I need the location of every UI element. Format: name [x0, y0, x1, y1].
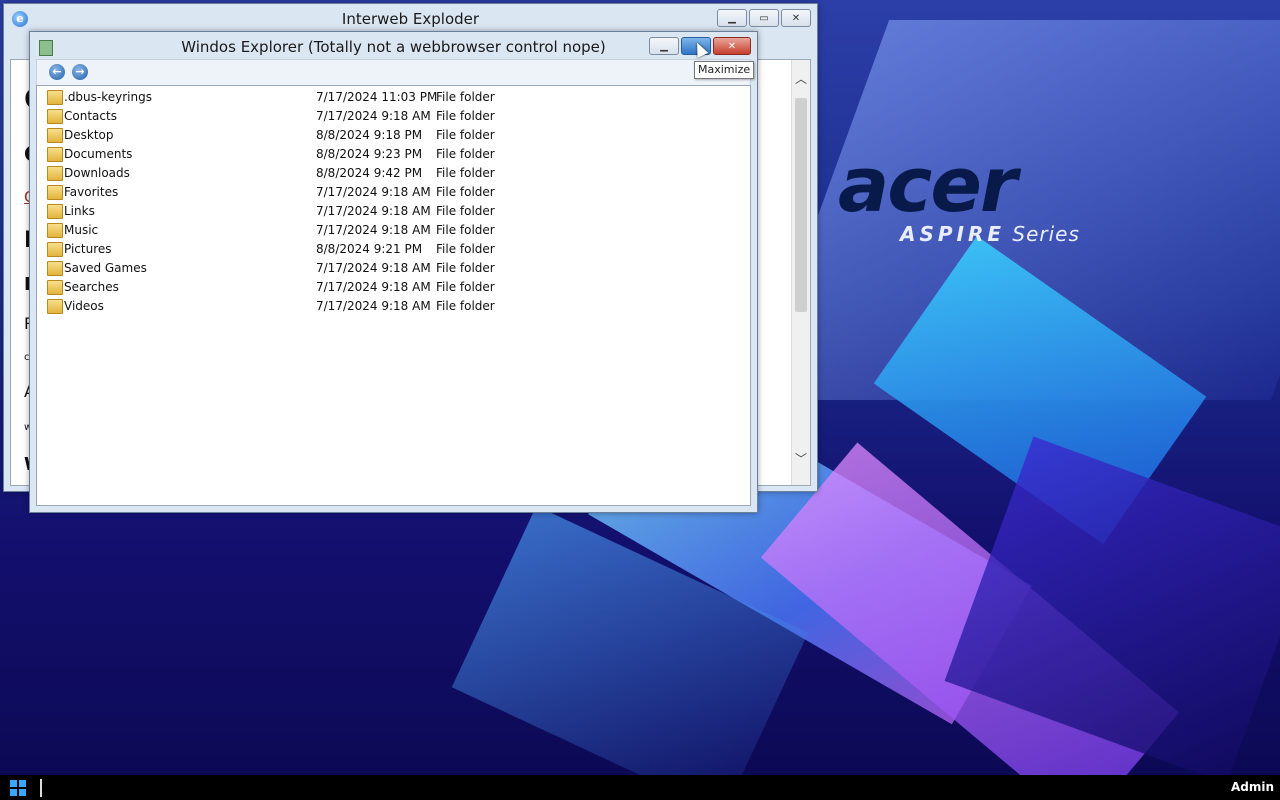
file-type: File folder [436, 147, 495, 161]
explorer-navbar: ← → [36, 59, 751, 86]
ie-caption-buttons: ▁ ▭ ✕ [717, 9, 811, 27]
file-name: Favorites [64, 185, 119, 199]
file-type: File folder [436, 299, 495, 313]
back-arrow-icon[interactable]: ← [49, 64, 65, 80]
taskbar: Admin [0, 775, 1280, 800]
file-name: Contacts [64, 109, 117, 123]
file-date: 7/17/2024 9:18 AM [316, 223, 431, 237]
folder-icon [47, 299, 63, 314]
file-name: Videos [64, 299, 104, 313]
file-row[interactable]: Favorites 7/17/2024 9:18 AM File folder [45, 183, 750, 202]
file-row[interactable]: Pictures 8/8/2024 9:21 PM File folder [45, 240, 750, 259]
windos-explorer-window[interactable]: Windos Explorer (Totally not a webbrowse… [29, 31, 758, 513]
file-name: Links [64, 204, 95, 218]
file-row[interactable]: Desktop 8/8/2024 9:18 PM File folder [45, 126, 750, 145]
file-name: Desktop [64, 128, 114, 142]
explorer-minimize-button[interactable]: ▁ [649, 37, 679, 55]
scrollbar-thumb[interactable] [795, 98, 807, 312]
file-type: File folder [436, 242, 495, 256]
folder-icon [47, 166, 63, 181]
file-row[interactable]: Saved Games 7/17/2024 9:18 AM File folder [45, 259, 750, 278]
acer-logo: acer [838, 140, 1017, 229]
ie-maximize-button[interactable]: ▭ [749, 9, 779, 27]
file-name: Documents [64, 147, 133, 161]
maximize-tooltip: Maximize [694, 61, 755, 79]
file-row[interactable]: Videos 7/17/2024 9:18 AM File folder [45, 297, 750, 316]
explorer-close-button[interactable]: ✕ [713, 37, 751, 55]
file-date: 8/8/2024 9:42 PM [316, 166, 423, 180]
folder-icon [47, 147, 63, 162]
file-date: 7/17/2024 9:18 AM [316, 280, 431, 294]
file-date: 7/17/2024 9:18 AM [316, 109, 431, 123]
explorer-window-title: Windos Explorer (Totally not a webbrowse… [181, 38, 606, 56]
ie-window-title: Interweb Exploder [341, 10, 480, 28]
taskbar-separator [40, 779, 42, 797]
file-row[interactable]: Downloads 8/8/2024 9:42 PM File folder [45, 164, 750, 183]
file-list: .dbus-keyrings 7/17/2024 11:03 PM File fol… [45, 88, 750, 316]
folder-icon [47, 128, 63, 143]
forward-arrow-icon[interactable]: → [72, 64, 88, 80]
explorer-titlebar[interactable]: Windos Explorer (Totally not a webbrowse… [30, 32, 757, 60]
file-row[interactable]: Documents 8/8/2024 9:23 PM File folder [45, 145, 750, 164]
scroll-down-icon[interactable]: ﹀ [792, 450, 810, 467]
folder-icon [47, 185, 63, 200]
file-date: 7/17/2024 9:18 AM [316, 261, 431, 275]
file-date: 7/17/2024 9:18 AM [316, 204, 431, 218]
file-date: 7/17/2024 11:03 PM [316, 90, 438, 104]
scroll-up-icon[interactable]: ︿ [792, 70, 810, 87]
file-type: File folder [436, 280, 495, 294]
file-date: 7/17/2024 9:18 AM [316, 185, 431, 199]
ie-titlebar[interactable]: e Interweb Exploder ▁ ▭ ✕ [4, 4, 817, 32]
folder-icon [47, 242, 63, 257]
file-type: File folder [436, 90, 495, 104]
file-name: Downloads [64, 166, 130, 180]
aspire-series-logo: ASPIRE Series [900, 222, 1080, 246]
file-name: Searches [64, 280, 119, 294]
folder-icon [47, 90, 63, 105]
file-date: 7/17/2024 9:18 AM [316, 299, 431, 313]
folder-icon [47, 261, 63, 276]
file-type: File folder [436, 128, 495, 142]
file-row[interactable]: Searches 7/17/2024 9:18 AM File folder [45, 278, 750, 297]
file-date: 8/8/2024 9:18 PM [316, 128, 423, 142]
file-row[interactable]: .dbus-keyrings 7/17/2024 11:03 PM File fol… [45, 88, 750, 107]
windows-start-icon[interactable] [10, 780, 26, 796]
folder-icon [47, 109, 63, 124]
ie-vertical-scrollbar[interactable]: ︿ ﹀ [791, 60, 810, 485]
ie-close-button[interactable]: ✕ [781, 9, 811, 27]
file-type: File folder [436, 185, 495, 199]
file-row[interactable]: Contacts 7/17/2024 9:18 AM File folder [45, 107, 750, 126]
file-list-pane[interactable]: .dbus-keyrings 7/17/2024 11:03 PM File fol… [36, 85, 751, 506]
file-type: File folder [436, 223, 495, 237]
file-date: 8/8/2024 9:21 PM [316, 242, 423, 256]
file-row[interactable]: Music 7/17/2024 9:18 AM File folder [45, 221, 750, 240]
file-name: .dbus-keyrings [64, 90, 152, 104]
ie-minimize-button[interactable]: ▁ [717, 9, 747, 27]
folder-icon [47, 204, 63, 219]
file-type: File folder [436, 261, 495, 275]
taskbar-user-label[interactable]: Admin [1231, 780, 1274, 794]
file-name: Pictures [64, 242, 112, 256]
aspire-text: ASPIRE [900, 222, 1006, 246]
file-type: File folder [436, 166, 495, 180]
file-name: Saved Games [64, 261, 147, 275]
folder-icon [47, 223, 63, 238]
file-type: File folder [436, 204, 495, 218]
file-date: 8/8/2024 9:23 PM [316, 147, 423, 161]
series-text: Series [1012, 222, 1080, 246]
file-name: Music [64, 223, 99, 237]
folder-icon [47, 280, 63, 295]
file-type: File folder [436, 109, 495, 123]
file-row[interactable]: Links 7/17/2024 9:18 AM File folder [45, 202, 750, 221]
